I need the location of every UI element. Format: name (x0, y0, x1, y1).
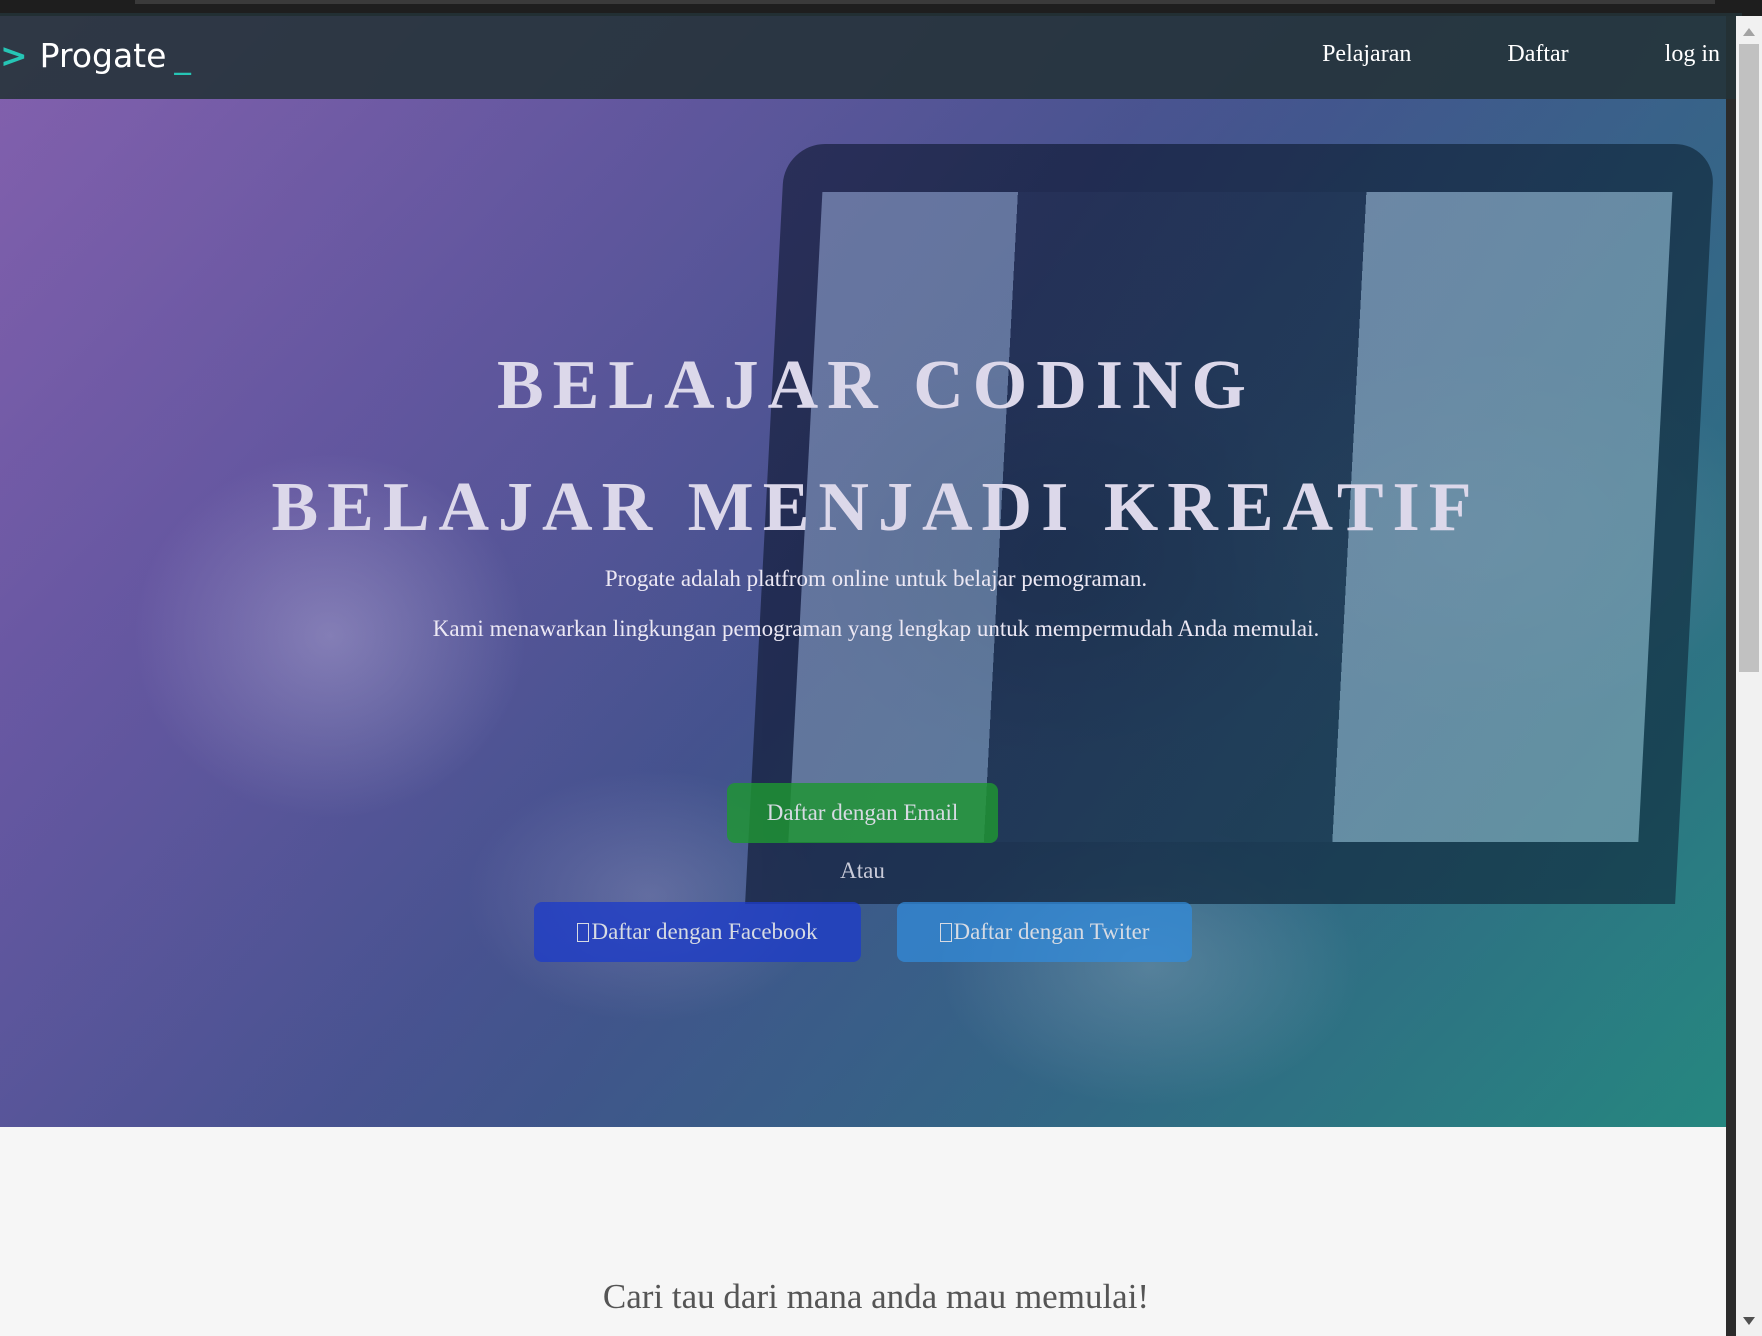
nav-link-pelajaran[interactable]: Pelajaran (1322, 41, 1411, 68)
vertical-scrollbar[interactable] (1736, 16, 1762, 1336)
nav-link-login[interactable]: log in (1665, 41, 1720, 68)
hero-subtitle-1: Progate adalah platfrom online untuk bel… (604, 566, 1148, 591)
signup-facebook-label: Daftar dengan Facebook (591, 919, 818, 944)
signup-twitter-label: Daftar dengan Twiter (953, 919, 1150, 944)
brand-logo[interactable]: > Progate _ (0, 33, 191, 77)
nav-links: Pelajaran Daftar log in (1322, 41, 1720, 68)
scroll-up-arrow-icon[interactable] (1743, 28, 1755, 36)
navbar: > Progate _ Pelajaran Daftar log in (0, 13, 1742, 99)
facebook-icon (577, 922, 590, 942)
nav-link-daftar[interactable]: Daftar (1507, 41, 1568, 68)
hero-headline-1: BELAJAR CODING (496, 347, 1256, 424)
hero-headline-2: BELAJAR MENJADI KREATIF (271, 469, 1481, 546)
section-title: Cari tau dari mana anda mau memulai! (602, 1277, 1150, 1316)
signup-email-label: Daftar dengan Email (766, 800, 959, 825)
hero-subtitle-2: Kami menawarkan lingkungan pemograman ya… (432, 616, 1320, 641)
signup-facebook-button[interactable]: Daftar dengan Facebook (534, 902, 861, 962)
scrollbar-thumb[interactable] (1739, 44, 1759, 672)
cursor-icon: _ (174, 35, 191, 75)
hero-section: BELAJAR CODING BELAJAR MENJADI KREATIF P… (0, 16, 1726, 1127)
page-viewport: BELAJAR CODING BELAJAR MENJADI KREATIF P… (0, 16, 1726, 1336)
signup-twitter-button[interactable]: Daftar dengan Twiter (897, 902, 1192, 962)
signup-email-button[interactable]: Daftar dengan Email (727, 783, 998, 843)
prompt-icon: > (0, 35, 28, 75)
or-divider-text: Atau (840, 858, 885, 883)
brand-name: Progate (39, 35, 167, 75)
browser-tab-strip (135, 0, 1715, 4)
scroll-down-arrow-icon[interactable] (1743, 1317, 1755, 1325)
twitter-icon (939, 922, 952, 942)
